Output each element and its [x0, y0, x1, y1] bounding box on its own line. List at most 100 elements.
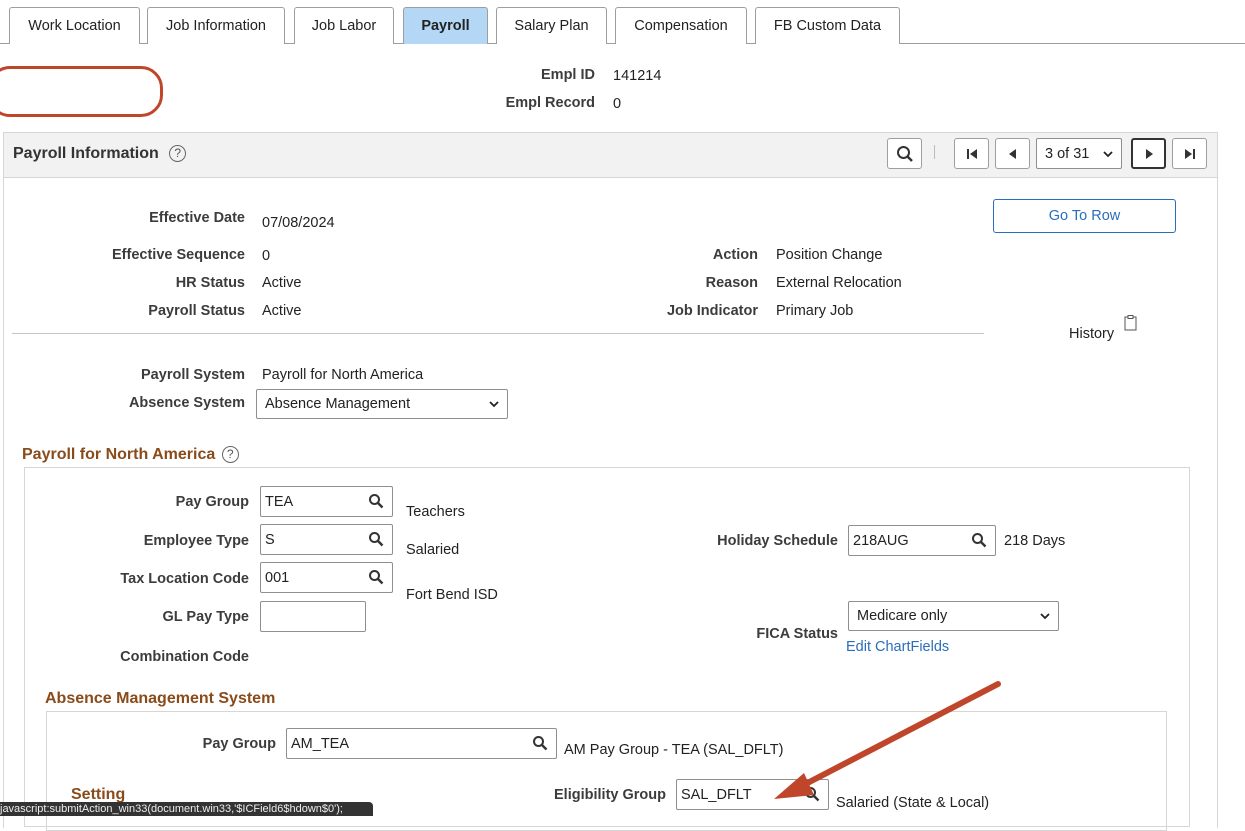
input-value: S [265, 531, 275, 548]
next-icon [1145, 148, 1153, 159]
pna-section-title: Payroll for North America ? [22, 446, 239, 464]
status-url: javascript:submitAction_win33(document.w… [0, 803, 343, 815]
pay-group-label: Pay Group [175, 494, 249, 510]
reason-value: External Relocation [776, 275, 902, 291]
employee-type-input[interactable]: S [260, 524, 393, 555]
effective-sequence-value: 0 [262, 248, 271, 264]
am-pay-group-input[interactable]: AM_TEA [286, 728, 557, 759]
annotation-arrow [774, 681, 1001, 799]
tab-payroll[interactable]: Payroll [403, 7, 488, 44]
lookup-icon[interactable] [532, 735, 548, 751]
employee-type-label: Employee Type [143, 533, 249, 549]
empl-id-label: Empl ID [541, 67, 595, 83]
lookup-icon[interactable] [368, 569, 384, 585]
tab-label: FB Custom Data [773, 18, 882, 34]
chevron-down-icon [1103, 150, 1113, 157]
select-value: Absence Management [265, 396, 411, 412]
input-value: SAL_DFLT [681, 786, 752, 803]
pay-group-input[interactable]: TEA [260, 486, 393, 517]
payroll-status-value: Active [262, 303, 302, 319]
payroll-system-value: Payroll for North America [262, 367, 424, 383]
holiday-schedule-input[interactable]: 218AUG [848, 525, 996, 556]
tab-fb-custom-data[interactable]: FB Custom Data [755, 7, 900, 44]
tax-location-input[interactable]: 001 [260, 562, 393, 593]
effective-date-value: 07/08/2024 [262, 215, 335, 231]
lookup-icon[interactable] [368, 493, 384, 509]
am-pay-group-label: Pay Group [202, 736, 276, 752]
tab-label: Job Information [166, 18, 266, 34]
divider [934, 145, 935, 159]
search-button[interactable] [887, 138, 922, 169]
payroll-system-label: Payroll System [141, 367, 245, 383]
holiday-schedule-label: Holiday Schedule [717, 533, 838, 549]
hr-status-value: Active [262, 275, 302, 291]
history-link[interactable]: History [1069, 326, 1114, 342]
am-pay-group-desc: AM Pay Group - TEA (SAL_DFLT) [564, 742, 784, 758]
fica-status-select[interactable]: Medicare only [848, 601, 1059, 631]
section-divider [12, 333, 984, 334]
effective-date-label: Effective Date [149, 210, 245, 226]
first-icon [966, 148, 977, 159]
edit-chartfields-link[interactable]: Edit ChartFields [846, 639, 949, 655]
hr-status-label: HR Status [175, 275, 245, 291]
empl-record-value: 0 [613, 96, 622, 112]
gl-pay-type-input[interactable] [260, 601, 366, 632]
tab-label: Job Labor [311, 18, 377, 34]
eligibility-group-label: Eligibility Group [554, 787, 666, 803]
job-indicator-label: Job Indicator [666, 303, 758, 319]
last-icon [1184, 148, 1195, 159]
tab-bar: Work Location Job Information Job Labor … [0, 0, 1245, 44]
select-value: Medicare only [857, 608, 948, 624]
help-icon[interactable]: ? [169, 145, 187, 163]
tab-job-labor[interactable]: Job Labor [294, 7, 394, 44]
section-title: Payroll Information [13, 145, 159, 162]
combination-code-label: Combination Code [120, 649, 249, 665]
input-value: 218AUG [853, 532, 909, 549]
gl-pay-type-label: GL Pay Type [162, 609, 250, 625]
tab-compensation[interactable]: Compensation [615, 7, 747, 44]
tab-work-location[interactable]: Work Location [9, 7, 140, 44]
row-counter-select[interactable]: 3 of 31 [1036, 138, 1122, 169]
fica-status-label: FICA Status [756, 626, 838, 642]
tab-salary-plan[interactable]: Salary Plan [496, 7, 607, 44]
tab-label: Compensation [634, 18, 728, 34]
annotation-oval [0, 66, 163, 117]
button-label: Go To Row [1048, 208, 1121, 224]
action-value: Position Change [776, 247, 883, 263]
next-row-button[interactable] [1131, 138, 1166, 169]
tab-label: Payroll [421, 18, 470, 34]
first-row-button[interactable] [954, 138, 989, 169]
payroll-info-title: Payroll Information ? [13, 145, 187, 163]
go-to-row-button[interactable]: Go To Row [993, 199, 1176, 233]
tab-label: Work Location [28, 18, 121, 34]
input-value: TEA [265, 493, 294, 510]
job-indicator-value: Primary Job [776, 303, 854, 319]
history-icon[interactable] [1124, 315, 1137, 331]
help-icon[interactable]: ? [221, 446, 239, 464]
tax-location-label: Tax Location Code [120, 571, 249, 587]
lookup-icon[interactable] [971, 532, 987, 548]
holiday-schedule-desc: 218 Days [1004, 533, 1066, 549]
empl-id-value: 141214 [613, 68, 662, 84]
tax-location-desc: Fort Bend ISD [406, 587, 498, 603]
action-label: Action [712, 247, 758, 263]
empl-record-label: Empl Record [505, 95, 595, 111]
payroll-status-label: Payroll Status [148, 303, 245, 319]
lookup-icon[interactable] [368, 531, 384, 547]
search-icon [896, 145, 913, 162]
pay-group-desc: Teachers [406, 504, 465, 520]
reason-label: Reason [705, 275, 758, 291]
effective-sequence-label: Effective Sequence [112, 247, 245, 263]
status-bar: javascript:submitAction_win33(document.w… [0, 802, 373, 816]
input-value: AM_TEA [291, 735, 350, 752]
last-row-button[interactable] [1172, 138, 1207, 169]
section-title: Payroll for North America [22, 446, 216, 463]
absence-system-select[interactable]: Absence Management [256, 389, 508, 419]
employee-type-desc: Salaried [406, 542, 460, 558]
row-counter-value: 3 of 31 [1045, 145, 1090, 162]
absence-system-label: Absence System [128, 395, 245, 411]
previous-row-button[interactable] [995, 138, 1030, 169]
chevron-down-icon [1040, 613, 1050, 620]
input-value: 001 [265, 569, 290, 586]
tab-job-information[interactable]: Job Information [147, 7, 285, 44]
